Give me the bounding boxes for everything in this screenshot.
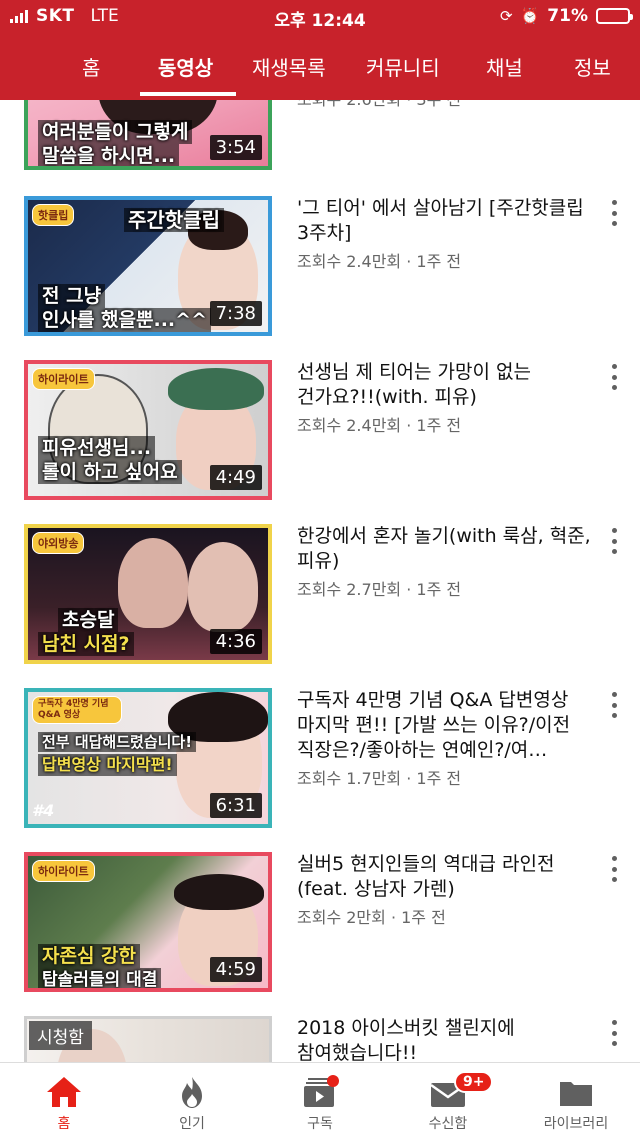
thumbnail-caption: 롤이 하고 싶어요: [38, 460, 182, 484]
video-title[interactable]: '그 티어' 에서 살아남기 [주간핫클립 3주차]: [297, 196, 597, 246]
tab-channels[interactable]: 채널: [486, 52, 523, 81]
thumbnail-caption: 탑솔러들의 대결: [38, 968, 162, 988]
tab-playlists[interactable]: 재생목록: [252, 52, 326, 81]
video-list: 여러분들이 그렇게 말씀을 하시면... 3:54 조회수 2.6만회 · 3주…: [0, 0, 640, 1062]
nav-trending[interactable]: 인기: [128, 1063, 256, 1138]
video-thumbnail[interactable]: 하이라이트 피유선생님... 롤이 하고 싶어요 4:49: [24, 360, 272, 500]
video-stats: 조회수 2.4만회 · 1주 전: [297, 416, 462, 435]
video-thumbnail[interactable]: 시청함: [24, 1016, 272, 1062]
channel-tabs: 홈 동영상 재생목록 커뮤니티 채널 정보: [0, 34, 640, 100]
nav-label: 인기: [179, 1116, 205, 1132]
thumbnail-tag: 핫클립: [32, 204, 75, 226]
video-item[interactable]: 야외방송 초승달 남친 시점? 4:36 한강에서 혼자 놀기(with 룩삼,…: [0, 524, 640, 674]
nav-inbox[interactable]: 9+ 수신함: [384, 1063, 512, 1138]
battery-icon: [596, 8, 633, 24]
tab-home[interactable]: 홈: [82, 52, 100, 81]
video-duration: 3:54: [209, 135, 262, 160]
thumbnail-caption: 말씀을 하시면...: [38, 144, 180, 166]
tab-videos[interactable]: 동영상: [158, 52, 213, 81]
more-options-icon[interactable]: [606, 528, 622, 554]
tab-community[interactable]: 커뮤니티: [366, 52, 440, 81]
orientation-lock-icon: ⟳: [500, 7, 513, 25]
thumbnail-caption: 여러분들이 그렇게: [38, 120, 193, 144]
video-duration: 7:38: [209, 301, 262, 326]
thumbnail-tag: 야외방송: [32, 532, 85, 554]
nav-label: 라이브러리: [543, 1116, 609, 1132]
more-options-icon[interactable]: [606, 856, 622, 882]
video-item[interactable]: 시청함 2018 아이스버킷 챌린지에 참여했습니다!!: [0, 1016, 640, 1062]
thumbnail-caption: 전부 대답해드렸습니다!: [38, 732, 197, 752]
video-thumbnail[interactable]: 야외방송 초승달 남친 시점? 4:36: [24, 524, 272, 664]
thumbnail-caption: 전 그냥: [38, 284, 106, 308]
video-stats: 조회수 2만회 · 1주 전: [297, 908, 446, 927]
thumbnail-tag: 구독자 4만명 기념 Q&A 영상: [32, 696, 122, 724]
active-tab-indicator: [140, 92, 236, 96]
video-item[interactable]: 핫클립 주간핫클립 전 그냥 인사를 했을뿐...^^ 7:38 '그 티어' …: [0, 196, 640, 346]
video-title[interactable]: 실버5 현지인들의 역대급 라인전 (feat. 상남자 가렌): [297, 852, 597, 902]
more-options-icon[interactable]: [606, 200, 622, 226]
video-title[interactable]: 2018 아이스버킷 챌린지에 참여했습니다!!: [297, 1016, 597, 1062]
thumbnail-caption: 초승달: [58, 608, 119, 632]
flame-icon: [172, 1075, 212, 1109]
thumbnail-caption: 인사를 했을뿐...^^: [38, 308, 211, 332]
video-duration: 4:59: [209, 957, 262, 982]
thumbnail-caption: 주간핫클립: [124, 208, 224, 232]
nav-home[interactable]: 홈: [0, 1063, 128, 1138]
thumbnail-episode-mark: #4: [32, 801, 55, 820]
watched-badge: 시청함: [29, 1021, 92, 1050]
bottom-navigation: 홈 인기 구독 9+ 수신함 라이브러리: [0, 1062, 640, 1138]
tab-about[interactable]: 정보: [574, 52, 611, 81]
video-title[interactable]: 선생님 제 티어는 가망이 없는 건가요?!!(with. 피유): [297, 360, 597, 410]
video-thumbnail[interactable]: 하이라이트 자존심 강한 탑솔러들의 대결 4:59: [24, 852, 272, 992]
nav-library[interactable]: 라이브러리: [512, 1063, 640, 1138]
alarm-icon: ⏰: [520, 7, 540, 25]
video-stats: 조회수 1.7만회 · 1주 전: [297, 769, 462, 788]
video-thumbnail[interactable]: 구독자 4만명 기념 Q&A 영상 전부 대답해드렸습니다! 답변영상 마지막편…: [24, 688, 272, 828]
thumbnail-caption: 피유선생님...: [38, 436, 156, 460]
subscriptions-icon: [300, 1075, 340, 1109]
nav-label: 구독: [307, 1116, 333, 1132]
video-duration: 6:31: [209, 793, 262, 818]
video-title[interactable]: 구독자 4만명 기념 Q&A 답변영상 마지막 편!! [가발 쓰는 이유?/이…: [297, 688, 597, 763]
video-duration: 4:36: [209, 629, 262, 654]
nav-label: 홈: [57, 1116, 71, 1132]
video-duration: 4:49: [209, 465, 262, 490]
video-item[interactable]: 하이라이트 자존심 강한 탑솔러들의 대결 4:59 실버5 현지인들의 역대급…: [0, 852, 640, 1002]
more-options-icon[interactable]: [606, 1020, 622, 1046]
video-item[interactable]: 하이라이트 피유선생님... 롤이 하고 싶어요 4:49 선생님 제 티어는 …: [0, 360, 640, 510]
video-stats: 조회수 2.7만회 · 1주 전: [297, 580, 462, 599]
video-title[interactable]: 한강에서 혼자 놀기(with 룩삼, 혁준,피유): [297, 524, 597, 574]
video-item[interactable]: 구독자 4만명 기념 Q&A 영상 전부 대답해드렸습니다! 답변영상 마지막편…: [0, 688, 640, 838]
video-stats: 조회수 2.4만회 · 1주 전: [297, 252, 462, 271]
inbox-badge: 9+: [454, 1071, 494, 1093]
video-thumbnail[interactable]: 핫클립 주간핫클립 전 그냥 인사를 했을뿐...^^ 7:38: [24, 196, 272, 336]
thumbnail-caption: 답변영상 마지막편!: [38, 754, 177, 776]
more-options-icon[interactable]: [606, 692, 622, 718]
library-icon: [556, 1075, 596, 1109]
status-bar: SKT LTE 오후 12:44 ⟳ ⏰ 71%: [0, 0, 640, 34]
thumbnail-caption: 남친 시점?: [38, 632, 134, 656]
home-icon: [44, 1075, 84, 1109]
thumbnail-caption: 자존심 강한: [38, 944, 141, 968]
inbox-icon: 9+: [428, 1071, 494, 1109]
nav-label: 수신함: [428, 1116, 468, 1132]
thumbnail-tag: 하이라이트: [32, 860, 95, 882]
more-options-icon[interactable]: [606, 364, 622, 390]
app-header: SKT LTE 오후 12:44 ⟳ ⏰ 71% 홈 동영상 재생목록 커뮤니티…: [0, 0, 640, 100]
battery-percent: 71%: [547, 6, 588, 26]
thumbnail-tag: 하이라이트: [32, 368, 95, 390]
nav-subscriptions[interactable]: 구독: [256, 1063, 384, 1138]
